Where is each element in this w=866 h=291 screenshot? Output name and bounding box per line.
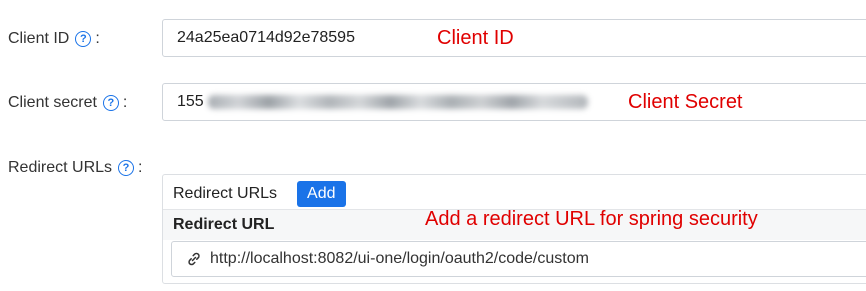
client-id-value: 24a25ea0714d92e78595 <box>177 29 355 46</box>
client-id-label-group: Client ID ? : <box>8 30 100 48</box>
link-icon <box>188 252 200 266</box>
redirect-urls-panel-header: Redirect URLs Add <box>173 181 346 207</box>
client-secret-value-prefix: 155 <box>177 93 204 110</box>
client-id-field[interactable]: 24a25ea0714d92e78595 <box>162 19 866 57</box>
client-id-separator: : <box>95 30 100 47</box>
client-secret-redacted <box>207 95 588 109</box>
redirect-url-column-header: Redirect URL <box>173 216 275 233</box>
client-secret-label-group: Client secret ? : <box>8 94 127 112</box>
redirect-urls-label-group: Redirect URLs ? : <box>8 159 142 177</box>
question-circle-icon[interactable]: ? <box>102 95 119 111</box>
redirect-url-row[interactable]: http://localhost:8082/ui-one/login/oauth… <box>171 241 866 277</box>
client-id-label: Client ID <box>8 30 70 47</box>
client-secret-annotation: Client Secret <box>628 91 743 113</box>
redirect-url-annotation: Add a redirect URL for spring security <box>425 208 758 230</box>
redirect-url-value: http://localhost:8082/ui-one/login/oauth… <box>210 250 589 267</box>
client-secret-separator: : <box>122 94 128 111</box>
add-redirect-url-button[interactable]: Add <box>297 181 346 207</box>
client-id-annotation: Client ID <box>437 27 514 49</box>
client-secret-field[interactable]: 155 <box>162 83 866 121</box>
client-secret-label: Client secret <box>8 94 97 111</box>
question-circle-icon[interactable]: ? <box>75 31 92 47</box>
redirect-urls-panel-title: Redirect URLs <box>173 185 278 202</box>
question-circle-icon[interactable]: ? <box>118 160 135 176</box>
redirect-urls-separator: : <box>138 159 143 176</box>
redirect-urls-label: Redirect URLs <box>8 159 113 176</box>
